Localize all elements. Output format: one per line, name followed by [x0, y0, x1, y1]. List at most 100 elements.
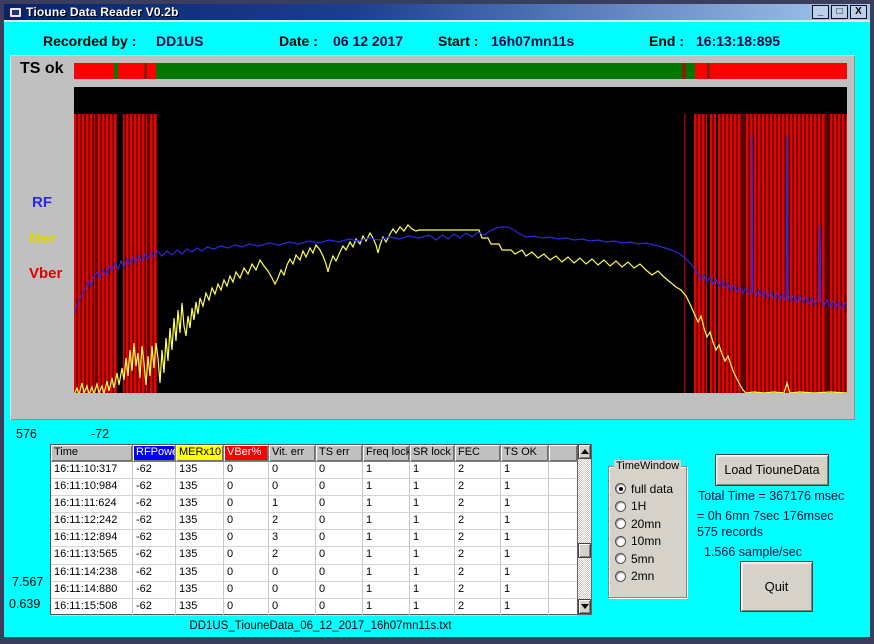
table-cell: 16:11:12:894	[51, 530, 133, 548]
axis-x-tick: -72	[91, 427, 110, 441]
legend-mer: Mer	[29, 230, 56, 247]
table-cell: 0	[316, 530, 363, 548]
table-cell-filler	[549, 513, 577, 531]
table-scrollbar[interactable]	[577, 444, 592, 615]
table-header-row: TimeRFPowerMERx10VBer%Vit. errTS errFreq…	[51, 445, 577, 462]
main-panel: TS ok RF Mer Vber	[10, 55, 855, 420]
radio-label: 5mn	[631, 551, 655, 566]
scroll-up-button[interactable]	[578, 444, 591, 459]
table-cell-filler	[549, 479, 577, 497]
table-row[interactable]: 16:11:11:624 -62 135 0 1 0 1 1 2 1	[51, 496, 577, 514]
table-row[interactable]: 16:11:14:880 -62 135 0 0 0 1 1 2 1	[51, 581, 577, 599]
table-cell: 0	[224, 462, 269, 480]
ts-ok-segment	[74, 63, 114, 79]
table-cell-filler	[549, 582, 577, 599]
table-cell: 2	[269, 547, 316, 565]
table-cell: 0	[269, 479, 316, 497]
table-cell: 2	[455, 564, 501, 582]
radio-icon	[615, 535, 626, 547]
timewindow-groupbox: TimeWindow full data 1H 20mn 10mn 5mn 2mn	[608, 460, 687, 598]
column-header: Time	[51, 445, 133, 462]
table-cell: 2	[455, 462, 501, 480]
records-table: TimeRFPowerMERx10VBer%Vit. errTS errFreq…	[50, 444, 577, 616]
table-row[interactable]: 16:11:15:508 -62 135 0 0 0 1 1 2 1	[51, 598, 577, 616]
scroll-down-button[interactable]	[578, 599, 591, 614]
table-cell: -62	[133, 496, 176, 514]
timewindow-option-1H[interactable]: 1H	[615, 498, 684, 516]
radio-icon	[615, 518, 626, 530]
table-cell: 16:11:15:508	[51, 598, 133, 616]
chart-svg	[74, 114, 847, 393]
table-cell: 1	[410, 564, 455, 582]
column-header: Vit. err	[269, 445, 316, 462]
table-cell: 16:11:14:880	[51, 581, 133, 599]
table-cell: 135	[176, 564, 224, 582]
table-cell: 0	[224, 530, 269, 548]
vber-bar-region	[696, 114, 847, 393]
timewindow-option-5mn[interactable]: 5mn	[615, 550, 684, 568]
end-value: 16:13:18:895	[696, 33, 781, 49]
table-row[interactable]: 16:11:12:242 -62 135 0 2 0 1 1 2 1	[51, 513, 577, 531]
table-cell: -62	[133, 598, 176, 616]
table-cell: 1	[363, 547, 410, 565]
scroll-thumb[interactable]	[578, 543, 591, 558]
ts-ok-label: TS ok	[20, 60, 64, 77]
table-row[interactable]: 16:11:13:565 -62 135 0 2 0 1 1 2 1	[51, 547, 577, 565]
table-cell: 1	[410, 462, 455, 480]
table-row[interactable]: 16:11:12:894 -62 135 0 3 0 1 1 2 1	[51, 530, 577, 548]
table-cell: 0	[224, 513, 269, 531]
table-cell: 16:11:10:317	[51, 462, 133, 480]
sample-rate-text: 1.566 sample/sec	[704, 545, 802, 559]
minimize-button[interactable]: _	[812, 5, 829, 19]
table-cell: 1	[269, 496, 316, 514]
timewindow-option-10mn[interactable]: 10mn	[615, 533, 684, 551]
radio-icon	[615, 553, 626, 565]
ts-ok-segment	[686, 63, 695, 79]
table-cell: 1	[501, 462, 549, 480]
table-cell: 1	[501, 530, 549, 548]
column-header: SR lock	[410, 445, 455, 462]
window-title: Tioune Data Reader V0.2b	[26, 5, 179, 19]
timewindow-option-full-data[interactable]: full data	[615, 480, 684, 498]
table-cell: 16:11:13:565	[51, 547, 133, 565]
table-cell: 2	[455, 479, 501, 497]
load-tiounedata-button[interactable]: Load TiouneData	[715, 454, 829, 486]
table-cell: 2	[455, 513, 501, 531]
table-cell-filler	[549, 530, 577, 548]
table-cell: 135	[176, 598, 224, 616]
maximize-button[interactable]: □	[831, 5, 848, 19]
time-breakdown-text: = 0h 6mn 7sec 176msec	[697, 509, 834, 523]
timewindow-option-20mn[interactable]: 20mn	[615, 515, 684, 533]
legend-vber: Vber	[29, 265, 63, 282]
vber-bar-region	[716, 114, 718, 393]
column-header: VBer%	[224, 445, 269, 462]
app-icon	[9, 6, 22, 18]
table-cell: -62	[133, 479, 176, 497]
legend-rf: RF	[32, 194, 52, 211]
table-row[interactable]: 16:11:10:317 -62 135 0 0 0 1 1 2 1	[51, 462, 577, 480]
table-cell: 0	[224, 564, 269, 582]
axis-upper-left: 7.567	[12, 575, 44, 589]
table-cell: 0	[316, 547, 363, 565]
column-header: FEC	[455, 445, 501, 462]
table-cell: 1	[363, 496, 410, 514]
table-cell: 0	[316, 496, 363, 514]
table-cell: 0	[269, 598, 316, 616]
table-cell: -62	[133, 530, 176, 548]
table-cell: 0	[316, 598, 363, 616]
arrow-up-icon	[580, 449, 589, 454]
table-cell: 16:11:12:242	[51, 513, 133, 531]
table-cell: 1	[501, 564, 549, 582]
column-header: MERx10	[176, 445, 224, 462]
table-row[interactable]: 16:11:14:238 -62 135 0 0 0 1 1 2 1	[51, 564, 577, 582]
timewindow-option-2mn[interactable]: 2mn	[615, 568, 684, 586]
table-row[interactable]: 16:11:10:984 -62 135 0 0 0 1 1 2 1	[51, 479, 577, 497]
axis-lower-left: 0.639	[9, 597, 41, 611]
vber-bar-region	[74, 114, 157, 393]
arrow-down-icon	[580, 604, 589, 609]
table-cell: 135	[176, 479, 224, 497]
vber-bar-region	[684, 114, 686, 393]
quit-button[interactable]: Quit	[740, 561, 813, 612]
table-cell: 135	[176, 496, 224, 514]
close-button[interactable]: X	[850, 5, 867, 19]
